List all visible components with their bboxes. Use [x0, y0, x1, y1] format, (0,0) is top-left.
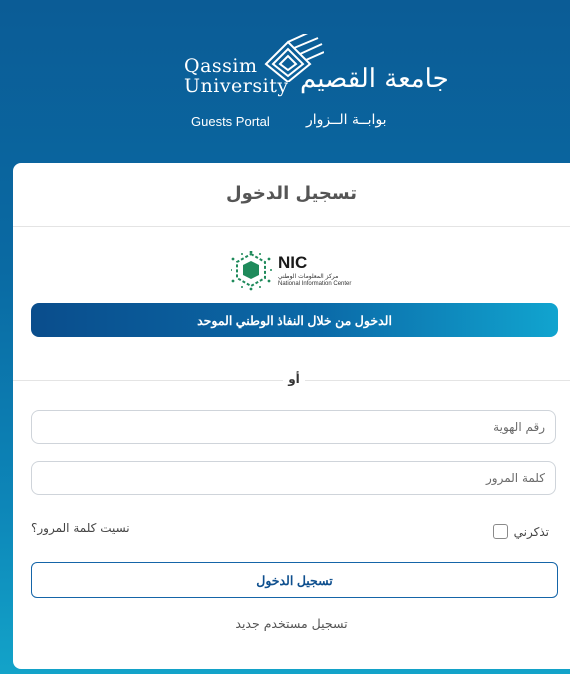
- logo-text-en-line2: University: [184, 75, 289, 97]
- or-label: أو: [283, 372, 305, 386]
- nic-name-en: National Information Center: [278, 281, 352, 287]
- nic-name: NIC: [278, 253, 308, 272]
- nafath-login-button[interactable]: الدخول من خلال النفاذ الوطني الموحد: [31, 303, 558, 337]
- login-card: تسجيل الدخول NIC مركز المعلومات الوطني N…: [13, 163, 570, 669]
- forgot-password-link[interactable]: نسيت كلمة المرور؟: [31, 521, 130, 535]
- portal-title-en: Guests Portal: [191, 114, 270, 129]
- card-title: تسجيل الدخول: [226, 183, 357, 204]
- national-id-input[interactable]: [31, 410, 556, 444]
- register-link[interactable]: تسجيل مستخدم جديد: [13, 616, 570, 631]
- logo-text-en-line1: Qassim: [184, 55, 258, 77]
- logo-text-en: Qassim University: [184, 56, 289, 96]
- remember-me-label: تذكرني: [513, 524, 549, 539]
- login-button[interactable]: تسجيل الدخول: [31, 562, 558, 598]
- portal-title-ar: بوابــة الــزوار: [306, 112, 387, 128]
- remember-me-checkbox[interactable]: [492, 524, 508, 539]
- title-divider: [13, 226, 570, 227]
- password-input[interactable]: [31, 461, 556, 495]
- logo-text-ar: جامعة القصيم: [300, 64, 449, 94]
- remember-me: تذكرني: [492, 524, 549, 539]
- header: Qassim University جامعة القصيم Guests Po…: [0, 0, 570, 160]
- nic-name-ar: مركز المعلومات الوطني: [278, 273, 339, 280]
